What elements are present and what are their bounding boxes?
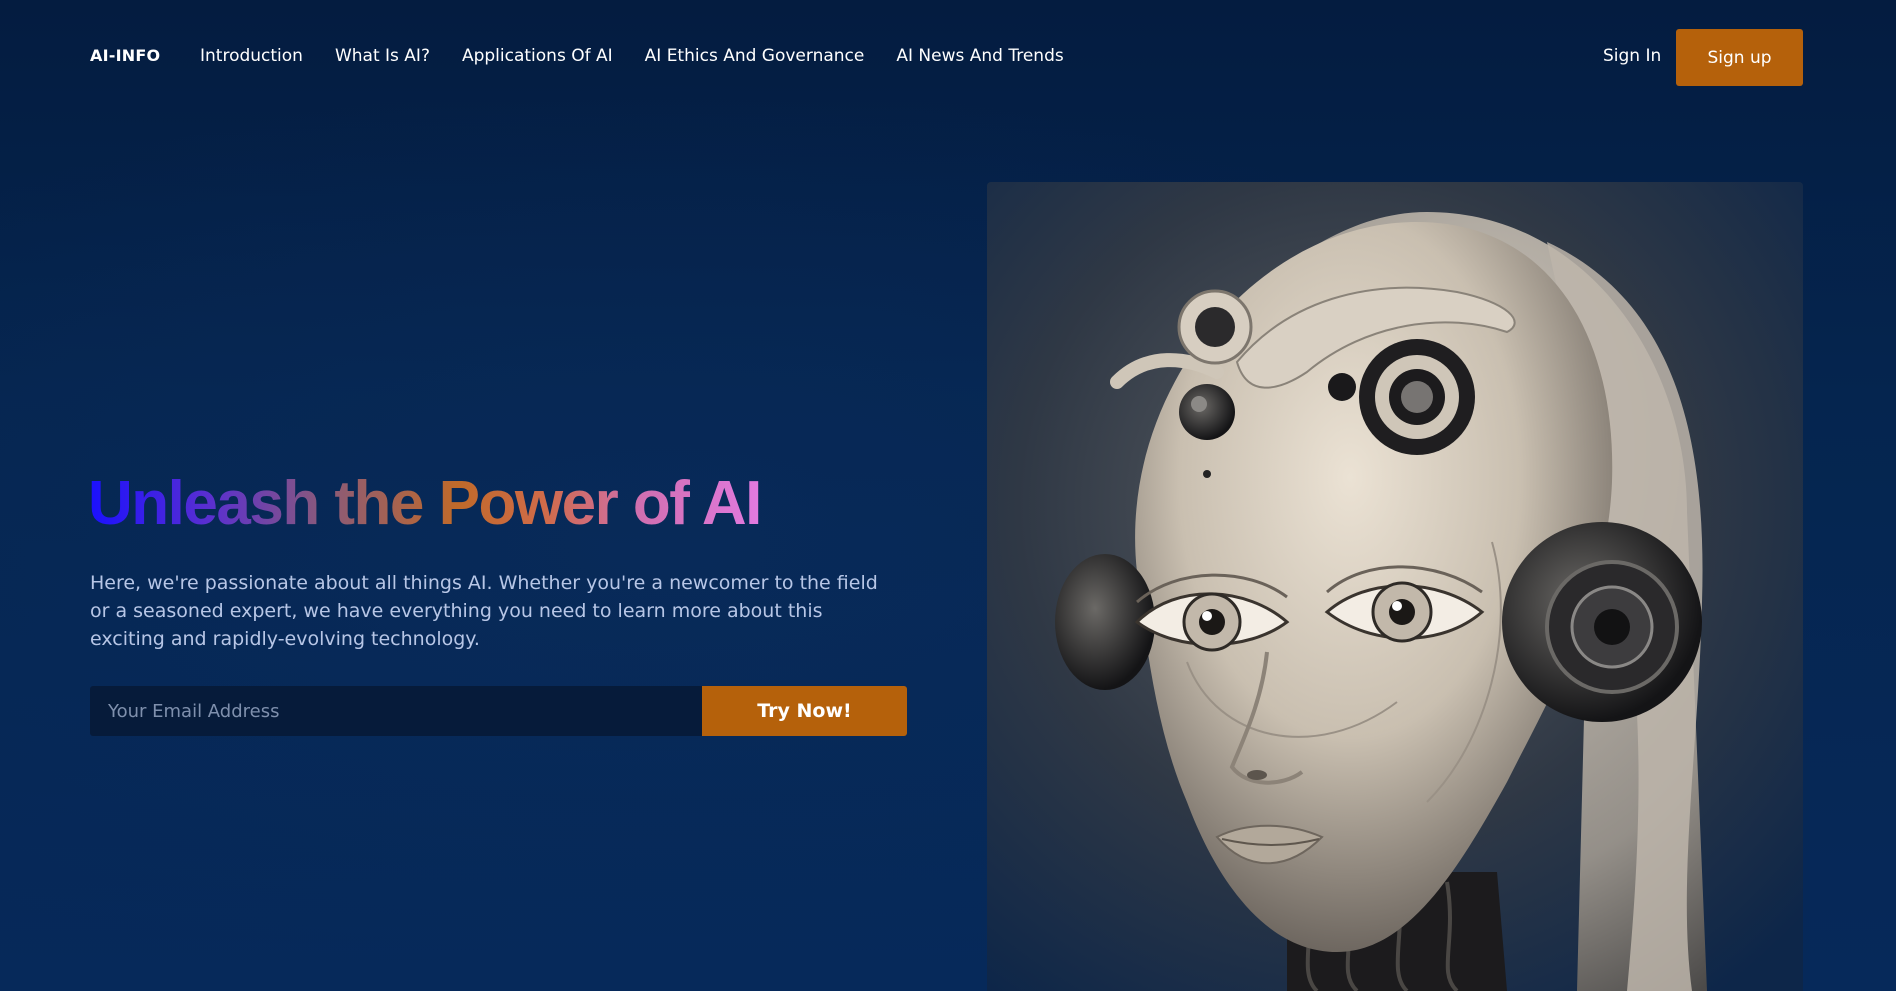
nav-link-what-is-ai[interactable]: What Is AI?: [335, 46, 430, 66]
hero-robot-image: [987, 182, 1803, 991]
top-navigation: AI-INFO Introduction What Is AI? Applica…: [0, 0, 1896, 115]
email-signup-form: Try Now!: [90, 686, 907, 736]
hero-title: Unleash the Power of AI: [88, 469, 762, 538]
sign-up-button[interactable]: Sign up: [1676, 29, 1803, 86]
robot-face-illustration: [987, 182, 1803, 991]
nav-links: Introduction What Is AI? Applications Of…: [200, 46, 1064, 66]
site-logo[interactable]: AI-INFO: [90, 46, 160, 65]
hero-description: Here, we're passionate about all things …: [90, 572, 878, 650]
nav-link-news[interactable]: AI News And Trends: [896, 46, 1063, 66]
nav-link-ethics[interactable]: AI Ethics And Governance: [645, 46, 865, 66]
email-input[interactable]: [90, 686, 702, 736]
nav-link-applications[interactable]: Applications Of AI: [462, 46, 613, 66]
try-now-button[interactable]: Try Now!: [702, 686, 907, 736]
sign-in-link[interactable]: Sign In: [1603, 46, 1661, 66]
nav-link-introduction[interactable]: Introduction: [200, 46, 303, 66]
